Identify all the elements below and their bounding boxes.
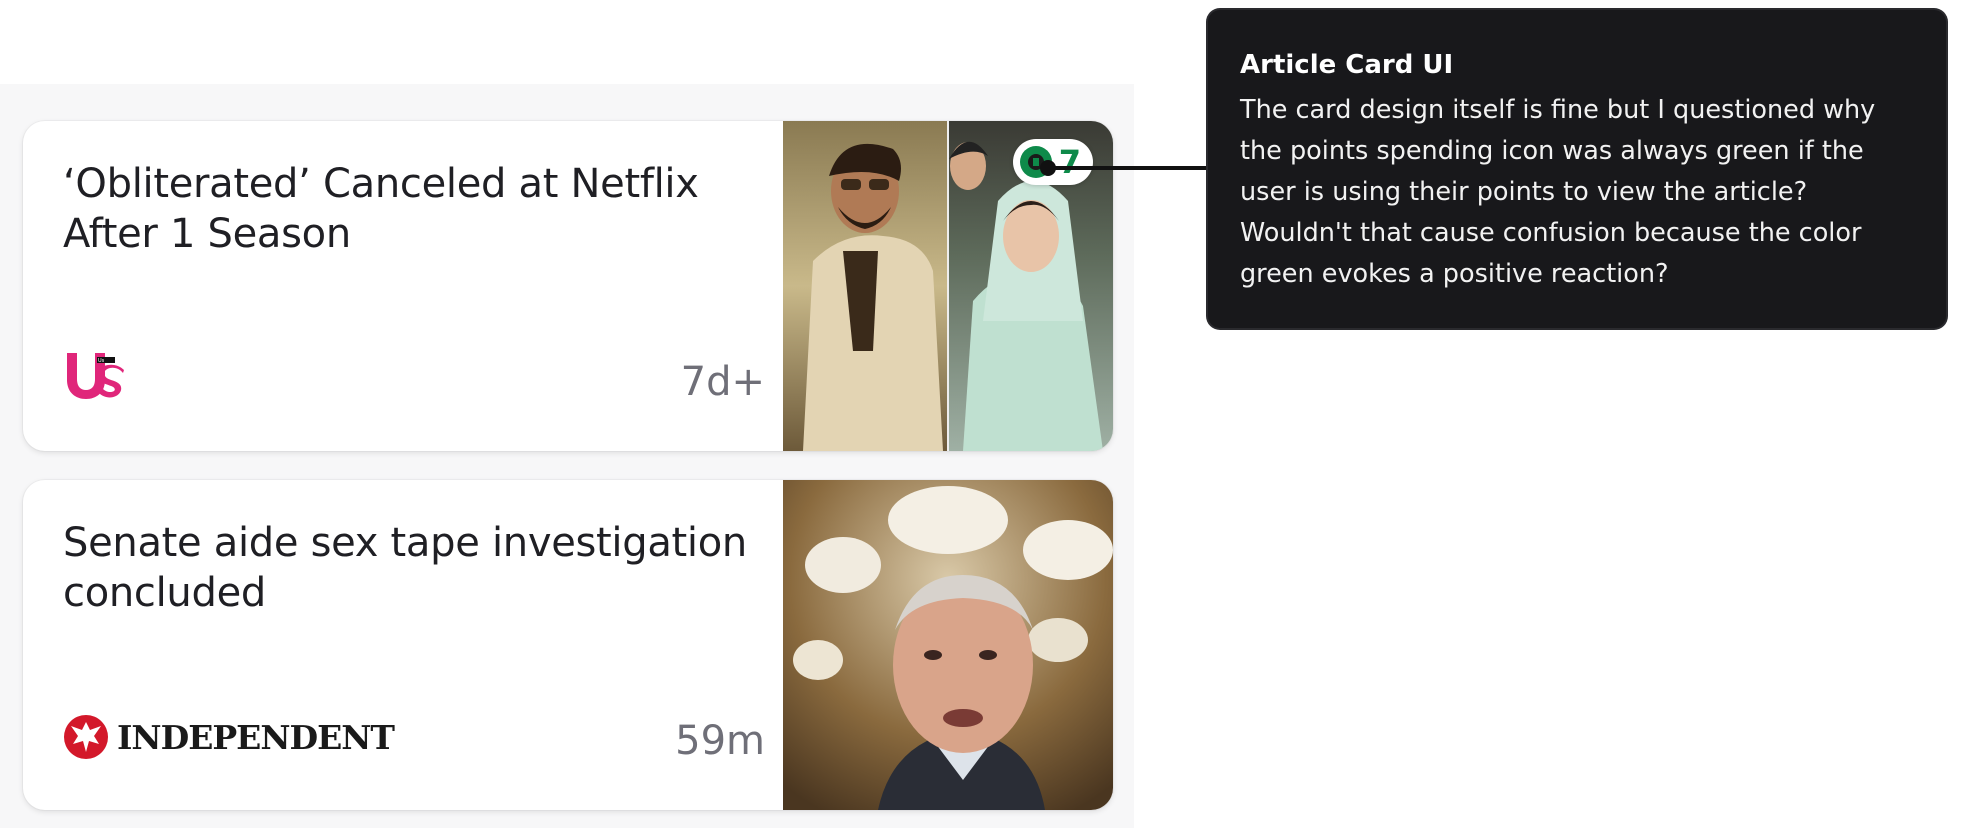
article-age: 7d+	[680, 359, 765, 405]
independent-logo: INDEPENDENT	[63, 714, 395, 760]
article-headline[interactable]: Senate aide sex tape investigation concl…	[63, 518, 753, 618]
article-thumbnail	[783, 480, 1113, 810]
annotation-body: The card design itself is fine but I que…	[1240, 95, 1876, 289]
annotation-title: Article Card UI	[1240, 50, 1454, 80]
article-feed: ‘Obliterated’ Canceled at Netflix After …	[0, 84, 1134, 828]
article-card[interactable]: ‘Obliterated’ Canceled at Netflix After …	[23, 121, 1113, 451]
article-headline[interactable]: ‘Obliterated’ Canceled at Netflix After …	[63, 159, 753, 259]
thumbnail-image-senate	[783, 480, 1113, 810]
annotation-tooltip: Article Card UI The card design itself i…	[1208, 10, 1946, 328]
annotation-pointer-line	[1046, 166, 1210, 170]
points-cost-value: 7	[1058, 143, 1081, 181]
article-age: 59m	[675, 718, 765, 764]
source-name: INDEPENDENT	[117, 717, 395, 757]
article-card[interactable]: Senate aide sex tape investigation concl…	[23, 480, 1113, 810]
us-weekly-logo-text: Us	[98, 358, 105, 364]
independent-eagle-logo	[64, 715, 108, 759]
article-thumbnail: 7	[783, 121, 1113, 451]
us-weekly-logo: Us	[67, 353, 124, 399]
